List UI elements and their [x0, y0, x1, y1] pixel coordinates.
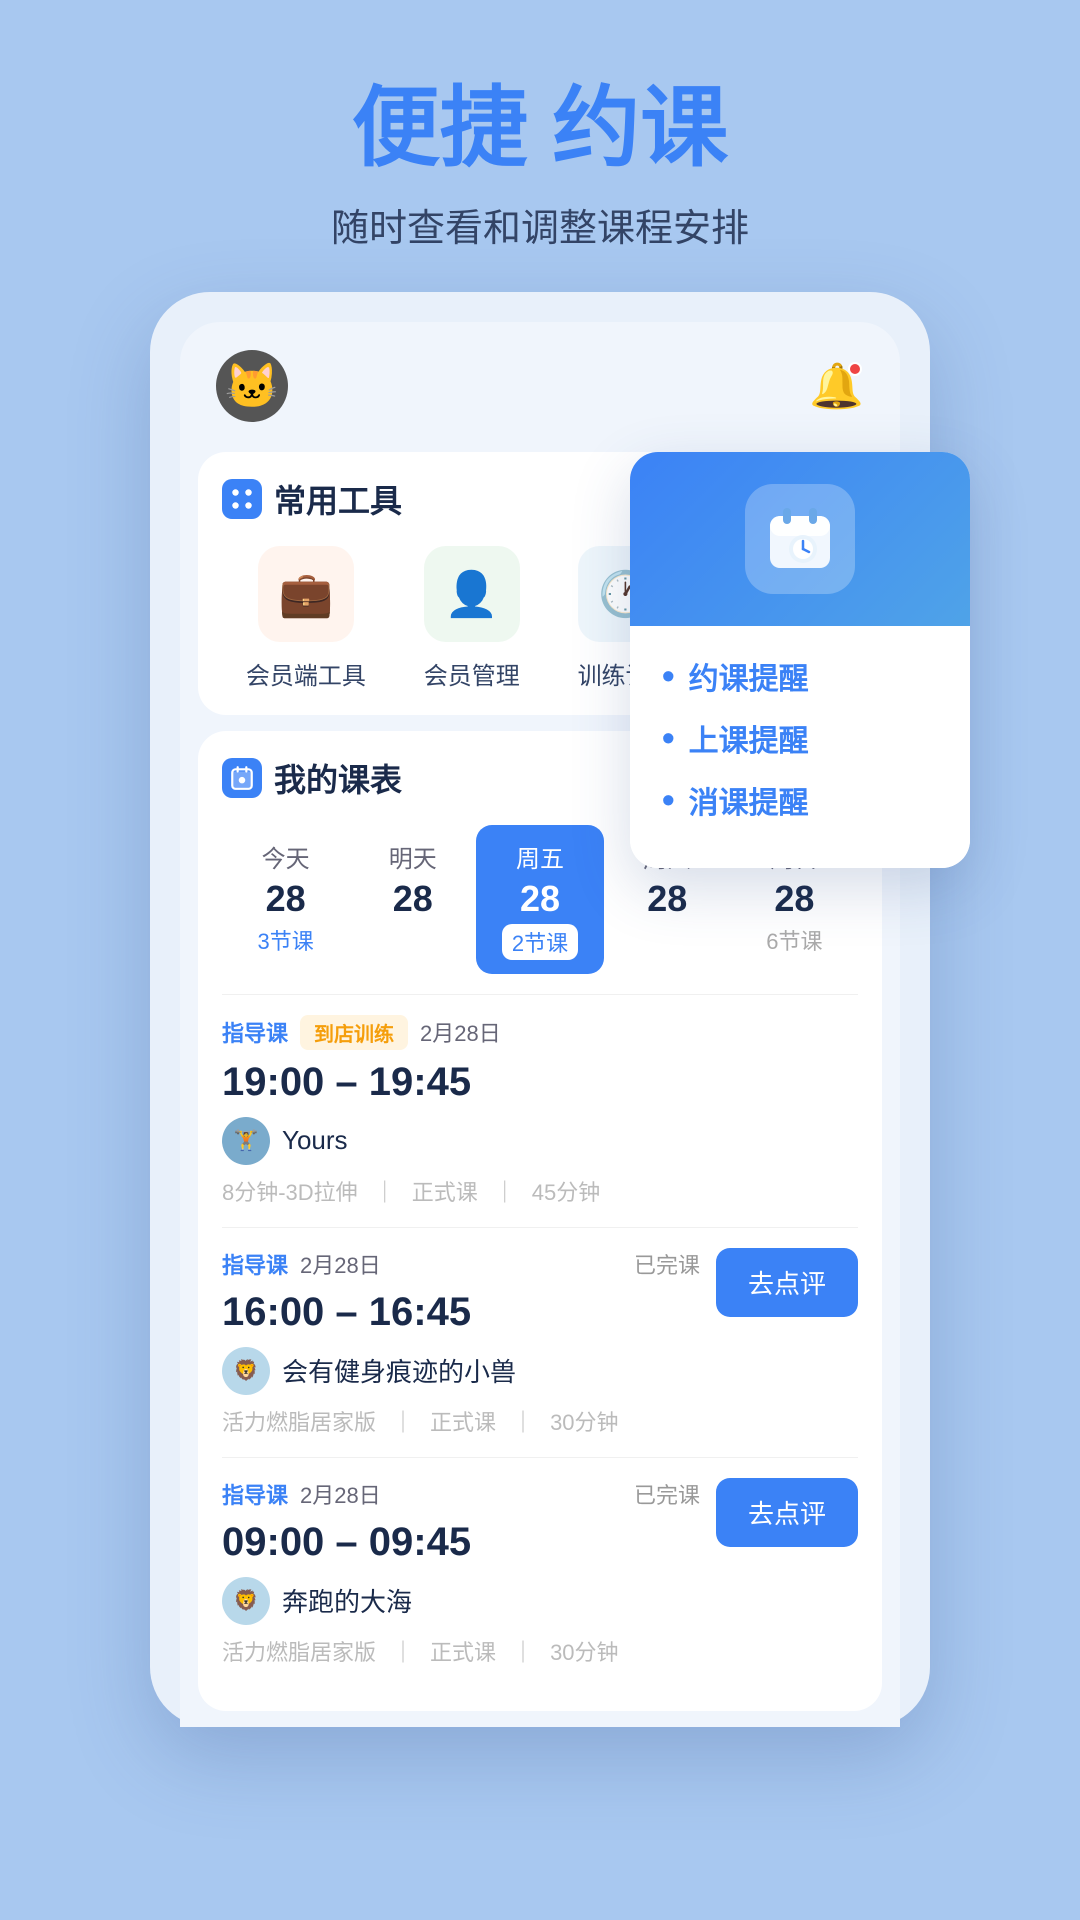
class-2-detail: 活力燃脂居家版 ｜ 正式课 ｜ 30分钟: [222, 1405, 700, 1437]
class-3-left: 指导课 2月28日 已完课 09:00 – 09:45 🦁 奔跑的大海 活力燃脂…: [222, 1478, 700, 1667]
class-3-header: 指导课 2月28日 已完课: [222, 1478, 700, 1510]
day-lessons-sunday: 6节课: [766, 924, 822, 956]
day-number-saturday: 28: [647, 878, 687, 920]
tool-label-member-tools: 会员端工具: [246, 656, 366, 691]
class-3-trainer: 🦁 奔跑的大海: [222, 1577, 700, 1625]
reminder-bullet-2: 上课提醒: [662, 716, 938, 760]
day-lessons-friday: 2节课: [502, 924, 578, 960]
class-1-type-detail: 正式课: [412, 1175, 478, 1207]
tool-member-tools[interactable]: 💼 会员端工具: [246, 546, 366, 691]
class-2-duration: 30分钟: [550, 1405, 618, 1437]
hero-title: 便捷 约课: [331, 80, 749, 177]
day-label-friday: 周五: [516, 839, 564, 874]
class-3-action: 去点评: [700, 1478, 858, 1547]
day-tab-friday[interactable]: 周五 28 2节课: [476, 825, 603, 974]
phone-topbar: 🐱 🔔: [180, 322, 900, 442]
class-2-row: 指导课 2月28日 已完课 16:00 – 16:45 🦁 会有健身痕迹的小兽 …: [222, 1248, 858, 1437]
class-item-2: 指导课 2月28日 已完课 16:00 – 16:45 🦁 会有健身痕迹的小兽 …: [222, 1227, 858, 1457]
class-2-status: 已完课: [634, 1248, 700, 1280]
tools-icon: [222, 479, 262, 519]
class-1-header: 指导课 到店训练 2月28日: [222, 1015, 858, 1050]
class-1-date: 2月28日: [420, 1016, 501, 1048]
tool-label-member-manage: 会员管理: [424, 656, 520, 691]
class-1-trainer: 🏋️ Yours: [222, 1117, 858, 1165]
day-number-sunday: 28: [774, 878, 814, 920]
phone-mockup: 约课提醒 上课提醒 消课提醒 🐱 🔔 常用工具: [150, 292, 930, 1727]
class-1-duration: 45分钟: [532, 1175, 600, 1207]
day-number-today: 28: [266, 878, 306, 920]
class-2-type: 指导课: [222, 1248, 288, 1280]
class-2-left: 指导课 2月28日 已完课 16:00 – 16:45 🦁 会有健身痕迹的小兽 …: [222, 1248, 700, 1437]
class-1-detail: 8分钟-3D拉伸 ｜ 正式课 ｜ 45分钟: [222, 1175, 858, 1207]
tool-icon-member-manage: 👤: [424, 546, 520, 642]
class-1-time: 19:00 – 19:45: [222, 1060, 858, 1105]
class-item-1: 指导课 到店训练 2月28日 19:00 – 19:45 🏋️ Yours 8分…: [222, 994, 858, 1227]
day-tab-today[interactable]: 今天 28 3节课: [222, 825, 349, 974]
class-2-trainer: 🦁 会有健身痕迹的小兽: [222, 1347, 700, 1395]
day-tab-tomorrow[interactable]: 明天 28: [349, 825, 476, 974]
notification-bell[interactable]: 🔔: [809, 360, 864, 412]
schedule-section: 我的课表 今天 28 3节课 明天 28 周五 2: [198, 731, 882, 1711]
hero-subtitle: 随时查看和调整课程安排: [331, 197, 749, 252]
class-2-type-detail: 正式课: [430, 1405, 496, 1437]
class-2-trainer-name: 会有健身痕迹的小兽: [282, 1352, 516, 1389]
day-label-today: 今天: [262, 839, 310, 874]
calendar-clock-icon: [745, 484, 855, 594]
class-3-plan: 活力燃脂居家版: [222, 1635, 376, 1667]
class-1-warmup: 8分钟-3D拉伸: [222, 1175, 358, 1207]
class-3-type-detail: 正式课: [430, 1635, 496, 1667]
class-3-status: 已完课: [634, 1478, 700, 1510]
hero-section: 便捷 约课 随时查看和调整课程安排: [331, 0, 749, 292]
day-number-friday: 28: [520, 878, 560, 920]
notification-dot: [848, 362, 862, 376]
class-1-trainer-avatar: 🏋️: [222, 1117, 270, 1165]
class-item-3: 指导课 2月28日 已完课 09:00 – 09:45 🦁 奔跑的大海 活力燃脂…: [222, 1457, 858, 1687]
class-2-trainer-avatar: 🦁: [222, 1347, 270, 1395]
class-3-duration: 30分钟: [550, 1635, 618, 1667]
day-lessons-today: 3节课: [257, 924, 313, 956]
day-label-tomorrow: 明天: [389, 839, 437, 874]
class-3-time: 09:00 – 09:45: [222, 1520, 700, 1565]
class-2-action: 去点评: [700, 1248, 858, 1317]
class-3-trainer-avatar: 🦁: [222, 1577, 270, 1625]
tool-icon-member-tools: 💼: [258, 546, 354, 642]
class-2-header: 指导课 2月28日 已完课: [222, 1248, 700, 1280]
hero-title-part2: 约课: [552, 78, 728, 177]
reminder-bullet-1: 约课提醒: [662, 654, 938, 698]
class-3-trainer-name: 奔跑的大海: [282, 1582, 412, 1619]
class-2-date: 2月28日: [300, 1248, 381, 1280]
reminder-bullet-3: 消课提醒: [662, 778, 938, 822]
class-1-type: 指导课: [222, 1016, 288, 1048]
day-number-tomorrow: 28: [393, 878, 433, 920]
avatar[interactable]: 🐱: [216, 350, 288, 422]
floating-reminder-card: 约课提醒 上课提醒 消课提醒: [630, 452, 970, 868]
floating-card-body: 约课提醒 上课提醒 消课提醒: [630, 626, 970, 868]
class-2-plan: 活力燃脂居家版: [222, 1405, 376, 1437]
class-1-trainer-name: Yours: [282, 1125, 348, 1156]
review-button-1[interactable]: 去点评: [716, 1248, 858, 1317]
class-3-date: 2月28日: [300, 1478, 381, 1510]
avatar-emoji: 🐱: [225, 360, 280, 412]
schedule-icon: [222, 758, 262, 798]
class-3-detail: 活力燃脂居家版 ｜ 正式课 ｜ 30分钟: [222, 1635, 700, 1667]
hero-title-part1: 便捷: [352, 78, 528, 177]
class-2-time: 16:00 – 16:45: [222, 1290, 700, 1335]
class-3-row: 指导课 2月28日 已完课 09:00 – 09:45 🦁 奔跑的大海 活力燃脂…: [222, 1478, 858, 1667]
class-3-type: 指导课: [222, 1478, 288, 1510]
class-1-tag: 到店训练: [300, 1015, 408, 1050]
tool-member-manage[interactable]: 👤 会员管理: [424, 546, 520, 691]
review-button-2[interactable]: 去点评: [716, 1478, 858, 1547]
floating-card-header: [630, 452, 970, 626]
